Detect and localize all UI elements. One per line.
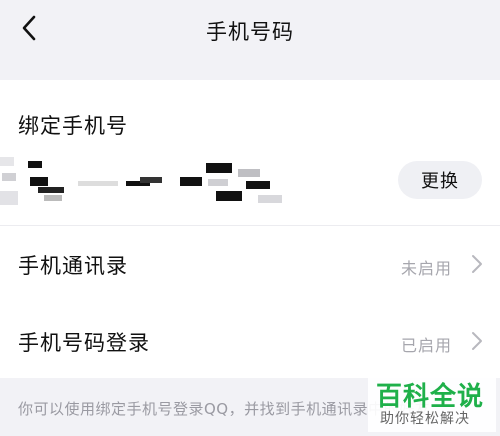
bound-phone-title: 绑定手机号 — [18, 114, 128, 138]
contacts-status: 未启用 — [400, 259, 452, 278]
chevron-right-icon — [472, 255, 482, 273]
chevron-right-icon — [472, 332, 482, 350]
divider — [0, 225, 500, 226]
phone-login-row[interactable]: 手机号码登录 已启用 — [0, 311, 500, 371]
watermark-sub-text: 助你轻松解决 — [380, 411, 470, 427]
contacts-row[interactable]: 手机通讯录 未启用 — [0, 234, 500, 294]
navigation-bar: 手机号码 — [0, 0, 500, 58]
watermark-logo: 百科全说 助你轻松解决 — [368, 372, 496, 432]
phone-login-status: 已启用 — [400, 336, 452, 355]
masked-phone-number — [0, 157, 282, 205]
phone-login-label: 手机号码登录 — [18, 331, 150, 355]
change-phone-button[interactable]: 更换 — [398, 161, 482, 199]
contacts-label: 手机通讯录 — [18, 254, 128, 278]
page-title: 手机号码 — [206, 20, 294, 44]
